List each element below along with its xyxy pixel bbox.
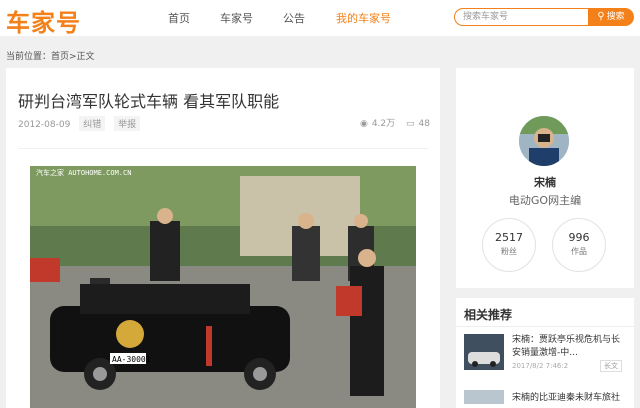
article-card: 研判台湾军队轮式车辆 看其军队职能 2012-08-09 纠错 举报 ◉ 4.2万… [6, 68, 440, 408]
report-link[interactable]: 举报 [114, 116, 141, 131]
related-item-date: 2017/8/2 7:46:2 [512, 362, 569, 370]
photo-watermark: 汽车之家 AUTOHOME.COM.CN [36, 169, 132, 177]
author-card: 宋楠 电动GO网主编 2517 粉丝 996 作品 [456, 68, 634, 288]
article-date: 2012-08-09 [18, 120, 71, 130]
related-item-badge: 长文 [600, 360, 622, 372]
works-label: 作品 [571, 247, 587, 256]
divider [456, 326, 634, 327]
correct-link[interactable]: 纠错 [79, 116, 106, 131]
nav-home[interactable]: 首页 [168, 10, 190, 26]
related-item-title[interactable]: 宋楠：贾跃亭乐视危机与长安销量激增-中... [512, 334, 626, 360]
related-panel: 相关推荐 宋楠：贾跃亭乐视危机与长安销量激增-中... 2017/8/2 7:4… [456, 298, 634, 408]
parade-photo-illustration: AA-30001 [30, 166, 416, 408]
related-thumbnail[interactable] [464, 334, 504, 370]
article-stats: ◉ 4.2万 ▭ 48 [356, 116, 430, 129]
nav-chejiahao[interactable]: 车家号 [220, 10, 253, 26]
article-title: 研判台湾军队轮式车辆 看其军队职能 [18, 92, 280, 111]
nav-my-chejiahao[interactable]: 我的车家号 [336, 10, 391, 26]
fans-stat[interactable]: 2517 粉丝 [482, 218, 536, 272]
related-title: 相关推荐 [464, 308, 513, 322]
top-header: 车家号 首页 车家号 公告 我的车家号 搜索车家号 ⚲ 搜索 [0, 0, 640, 38]
related-item-title[interactable]: 宋楠的比亚迪秦未财车旅社 [512, 390, 626, 403]
thumbnail-image [464, 334, 504, 370]
fans-label: 粉丝 [501, 247, 517, 256]
article-meta: 2012-08-09 纠错 举报 [18, 116, 141, 131]
author-name[interactable]: 宋楠 [456, 174, 634, 190]
author-description: 电动GO网主编 [508, 194, 582, 207]
search-button-label: 搜索 [606, 12, 625, 22]
search-input[interactable]: 搜索车家号 [454, 8, 592, 26]
works-count: 996 [568, 231, 590, 244]
avatar-image [519, 116, 569, 166]
eye-icon: ◉ [359, 119, 368, 129]
site-logo[interactable]: 车家号 [6, 3, 81, 38]
search-button[interactable]: ⚲ 搜索 [588, 8, 634, 26]
comment-icon: ▭ [406, 119, 415, 129]
nav-announcement[interactable]: 公告 [283, 10, 305, 26]
author-avatar[interactable] [519, 116, 569, 166]
article-photo: AA-30001 汽车之家 AUTOHOME.COM.CN [30, 166, 416, 408]
works-stat[interactable]: 996 作品 [552, 218, 606, 272]
divider [18, 148, 428, 149]
fans-count: 2517 [495, 231, 523, 244]
license-plate: AA-30001 [112, 355, 151, 364]
view-count: 4.2万 [371, 119, 396, 129]
related-thumbnail[interactable] [464, 390, 504, 404]
comment-count: 48 [418, 119, 430, 129]
search-icon: ⚲ [597, 11, 605, 22]
breadcrumb: 当前位置：首页>正文 [6, 52, 95, 62]
